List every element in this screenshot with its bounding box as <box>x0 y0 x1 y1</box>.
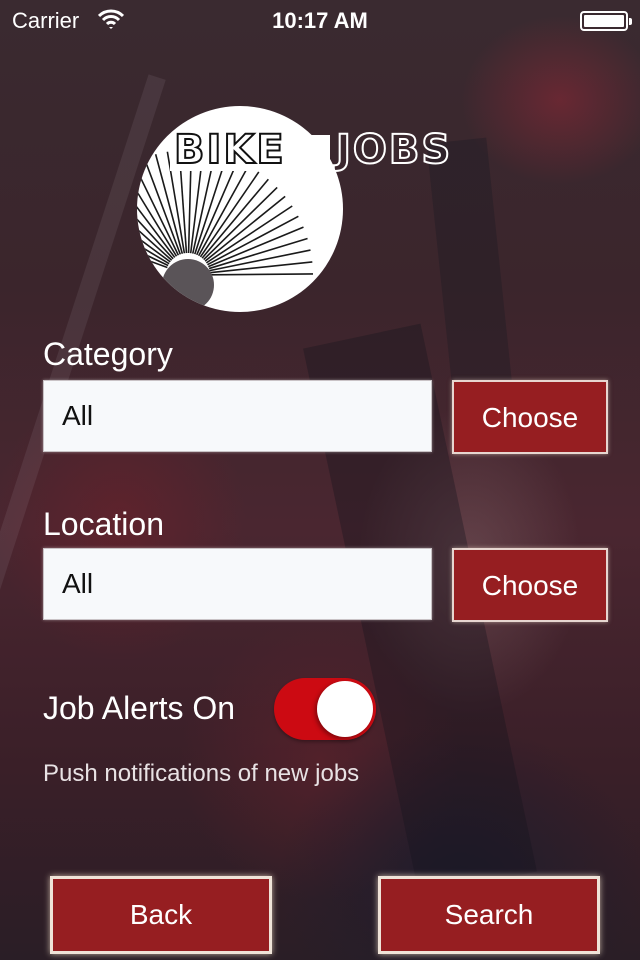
back-button[interactable]: Back <box>50 876 272 954</box>
toggle-knob <box>317 681 373 737</box>
clock: 10:17 AM <box>272 8 368 33</box>
bike-jobs-logo: BIKE JOBS <box>137 106 452 312</box>
battery-icon <box>580 11 632 31</box>
location-field[interactable]: All <box>43 548 432 620</box>
search-button[interactable]: Search <box>378 876 600 954</box>
job-alerts-subtitle: Push notifications of new jobs <box>43 760 360 787</box>
job-alerts-label: Job Alerts On <box>43 690 236 726</box>
location-label: Location <box>43 506 164 542</box>
category-label: Category <box>43 336 173 372</box>
spoke <box>209 273 314 276</box>
location-choose-button[interactable]: Choose <box>452 548 608 622</box>
logo-word-jobs: JOBS <box>333 127 452 173</box>
logo-word-bike: BIKE <box>174 127 286 173</box>
status-bar: Carrier 10:17 AM <box>0 0 640 40</box>
category-field[interactable]: All <box>43 380 432 452</box>
category-choose-button[interactable]: Choose <box>452 380 608 454</box>
job-alerts-toggle[interactable] <box>274 678 376 740</box>
wheel-hub <box>162 259 214 311</box>
